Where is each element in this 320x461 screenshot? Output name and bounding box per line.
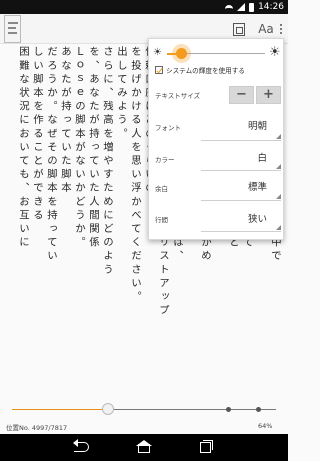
back-icon[interactable] [73,439,93,456]
font-selector[interactable]: フォント 明朝 [149,115,285,143]
text-column: あなたが持っていた脚本 [59,46,71,196]
signal-icon [237,3,246,11]
margin-selector[interactable]: 余白 標準 [149,175,285,203]
display-settings-popup: ☀ ☀ システムの輝度を使用する テキストサイズ − + フォント 明朝 カラー… [148,38,284,240]
progress-slider-thumb[interactable] [102,403,114,415]
progress-track-unread [108,409,276,410]
text-column: 出してみよう。 [115,46,127,142]
text-size-label: テキストサイズ [155,92,201,100]
bookmark-marker [226,407,231,412]
recent-apps-icon[interactable] [198,440,214,456]
text-column: を投げかける人を思い浮かべてください。 [129,46,141,305]
color-value: 白 [257,153,267,164]
status-bar: 14:26 [0,0,288,14]
font-settings-button[interactable]: Aa [256,18,276,40]
text-column: だろうか。なぜその脚本を持ってい [45,46,57,264]
book-cover-thumbnail[interactable] [4,15,21,43]
line-spacing-selector[interactable]: 行間 狭い [149,205,285,235]
wifi-icon [225,4,234,10]
line-spacing-value: 狭い [247,214,267,225]
text-column: Ｌｏｓｅの脚本がないかどうか。 [73,46,85,250]
text-column: しい脚本を作ることができる [31,46,43,223]
progress-track-read [12,409,108,410]
battery-icon [249,2,255,12]
brightness-slider-thumb[interactable] [176,48,187,59]
reading-progress: 位置No. 4997/7817 64% [0,396,288,434]
font-value: 明朝 [247,121,267,132]
brightness-low-icon: ☀ [153,47,162,58]
dropdown-arrow-icon [276,194,281,199]
navigation-bar [0,434,288,461]
location-label: 位置No. 4997/7817 [6,424,68,432]
system-brightness-toggle[interactable]: システムの輝度を使用する [155,65,245,75]
text-column: を、あなたが持っていた人間関係 [87,46,99,250]
color-label: カラー [155,156,175,164]
status-time: 14:26 [258,2,284,12]
dropdown-arrow-icon [276,134,281,139]
brightness-high-icon: ☀ [269,45,281,60]
brightness-slider[interactable]: ☀ ☀ [149,44,285,62]
text-size-decrease-button[interactable]: − [229,86,254,104]
text-column: 困難な状況においても、お互いに [17,46,29,250]
text-size-stepper: − + [229,86,281,104]
overflow-menu-icon[interactable] [277,18,285,40]
text-size-increase-button[interactable]: + [256,86,281,104]
font-label: フォント [155,124,181,132]
color-selector[interactable]: カラー 白 [149,145,285,173]
bookmark-marker [256,407,261,412]
dropdown-arrow-icon [276,164,281,169]
dictionary-icon[interactable] [232,18,246,40]
line-spacing-label: 行間 [155,216,168,224]
margin-value: 標準 [247,182,267,193]
dropdown-arrow-icon [276,225,281,230]
margin-label: 余白 [155,185,168,193]
text-column: さらに、残高を増やすためにどのよう [101,46,113,278]
percent-label: 64% [258,422,273,430]
home-icon[interactable] [135,440,153,456]
checkbox-checked-icon[interactable] [155,66,163,74]
